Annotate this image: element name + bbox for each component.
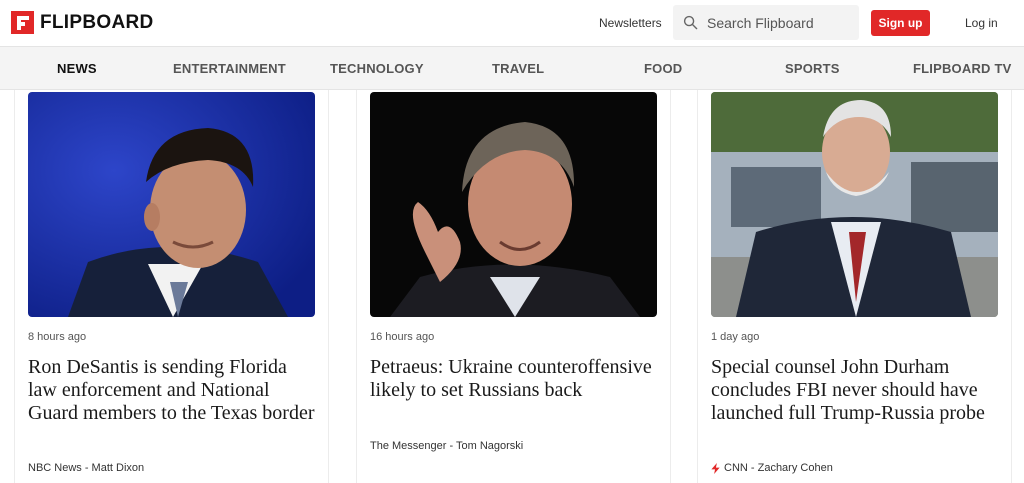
article-source[interactable]: NBC News - Matt Dixon (28, 462, 144, 474)
article-timestamp: 1 day ago (711, 331, 760, 343)
nav-item-news[interactable]: NEWS (57, 61, 97, 76)
article-source[interactable]: CNN - Zachary Cohen (711, 462, 833, 474)
nav-item-flipboard-tv[interactable]: FLIPBOARD TV (913, 61, 1011, 76)
sign-up-button[interactable]: Sign up (871, 10, 930, 36)
article-source[interactable]: The Messenger - Tom Nagorski (370, 440, 523, 452)
article-image[interactable] (28, 92, 315, 317)
article-image[interactable] (711, 92, 998, 317)
search-input[interactable] (707, 11, 852, 34)
top-header: FLIPBOARD Newsletters Sign up Log in (0, 0, 1024, 46)
nav-item-sports[interactable]: SPORTS (785, 61, 840, 76)
article-title[interactable]: Ron DeSantis is sending Florida law enfo… (28, 356, 318, 425)
nav-item-technology[interactable]: TECHNOLOGY (330, 61, 424, 76)
logo-text: FLIPBOARD (40, 11, 154, 33)
bolt-icon (711, 462, 720, 474)
search-box[interactable] (673, 5, 859, 40)
article-timestamp: 16 hours ago (370, 331, 435, 343)
article-card[interactable]: 8 hours ago Ron DeSantis is sending Flor… (14, 90, 329, 483)
article-source-label: CNN - Zachary Cohen (724, 462, 833, 474)
nav-item-travel[interactable]: TRAVEL (492, 61, 544, 76)
article-image[interactable] (370, 92, 657, 317)
article-card[interactable]: 1 day ago Special counsel John Durham co… (697, 90, 1012, 483)
nav-item-food[interactable]: FOOD (644, 61, 682, 76)
nav-item-entertainment[interactable]: ENTERTAINMENT (173, 61, 286, 76)
article-title[interactable]: Special counsel John Durham concludes FB… (711, 356, 1001, 425)
flipboard-logo-icon (11, 11, 34, 34)
search-icon (683, 15, 698, 30)
article-title[interactable]: Petraeus: Ukraine counteroffensive likel… (370, 356, 660, 402)
flipboard-logo[interactable]: FLIPBOARD (11, 11, 154, 34)
newsletters-link[interactable]: Newsletters (599, 16, 662, 30)
article-timestamp: 8 hours ago (28, 331, 87, 343)
article-source-label: The Messenger - Tom Nagorski (370, 440, 524, 452)
article-card[interactable]: 16 hours ago Petraeus: Ukraine counterof… (356, 90, 671, 483)
article-source-label: NBC News - Matt Dixon (28, 462, 145, 474)
log-in-link[interactable]: Log in (965, 16, 998, 30)
category-nav: NEWS ENTERTAINMENT TECHNOLOGY TRAVEL FOO… (0, 46, 1024, 90)
